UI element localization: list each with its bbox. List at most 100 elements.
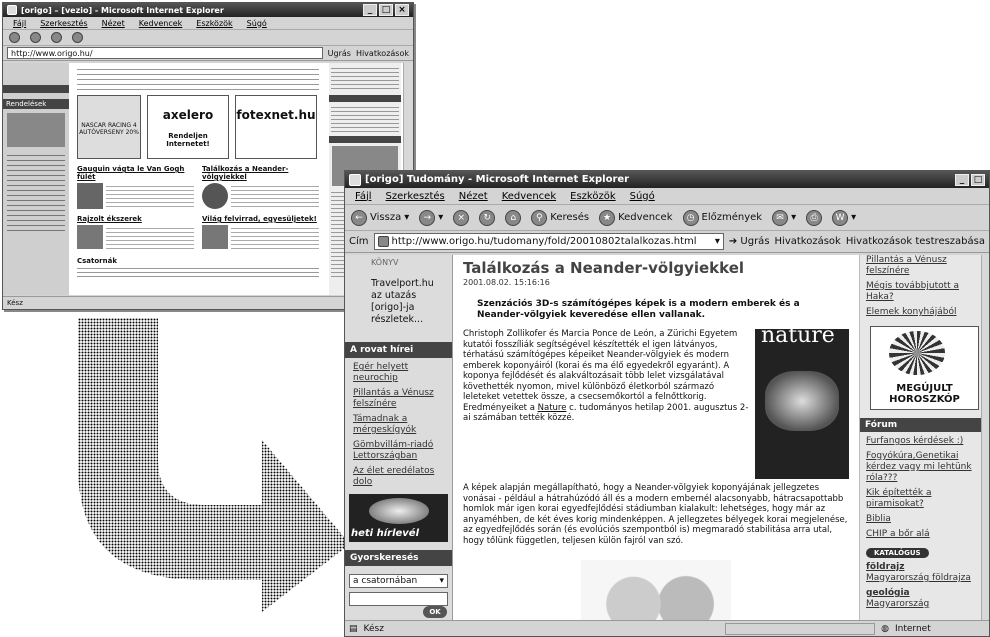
menu-help[interactable]: Súgó xyxy=(630,191,655,202)
refresh-icon: ↻ xyxy=(479,209,496,226)
status-progress-area xyxy=(725,622,876,635)
search-input[interactable] xyxy=(349,592,448,606)
article-body-2: A képek alapján megállapítható, hogy a N… xyxy=(463,483,848,546)
mail-button[interactable]: ✉ ▾ xyxy=(772,209,796,226)
go-button[interactable]: ➔ Ugrás xyxy=(729,236,770,247)
stop-icon: × xyxy=(453,209,470,226)
article-date: 2001.08.02. 15:16:16 xyxy=(463,278,550,287)
window2-statusbar: ▤ Kész ◍ Internet xyxy=(345,620,989,636)
favorites-button[interactable]: ★ Kedvencek xyxy=(599,209,673,226)
forum-link-diet[interactable]: Fogyókúra,Genetikai kérdez vagy mi lehtü… xyxy=(866,451,983,484)
left-sidebar: KÖNYV Travelport.hu az utazás [origo]-ja… xyxy=(345,255,453,620)
print-icon: ⎙ xyxy=(806,209,823,226)
address-label: Cím xyxy=(349,236,369,247)
forum-head: Fórum xyxy=(860,418,989,432)
article-body-1: nature Christoph Zollikofer és Marcia Po… xyxy=(463,325,849,479)
nature-logo: nature xyxy=(761,323,835,348)
window2-titlebar: [origo] Tudomány - Microsoft Internet Ex… xyxy=(345,171,989,188)
edit-button[interactable]: W ▾ xyxy=(832,209,856,226)
quicksearch-head: Gyorskeresés xyxy=(345,550,452,566)
forum-link-pyramids[interactable]: Kik építették a piramisokat? xyxy=(866,488,983,510)
page-icon-glyph xyxy=(377,236,389,247)
horoscope-label: MEGÚJULT HOROSZKÓP xyxy=(889,383,960,405)
catalog-item-geology-sub[interactable]: Magyarország xyxy=(866,599,983,610)
right-link-elements[interactable]: Elemek konyhájából xyxy=(866,307,983,318)
forum-link-chip[interactable]: CHIP a bőr alá xyxy=(866,529,983,540)
nature-cover-image: nature xyxy=(755,323,849,479)
window2-menubar: Fájl Szerkesztés Nézet Kedvencek Eszközö… xyxy=(345,188,989,205)
right-link-venus[interactable]: Pillantás a Vénusz felszínére xyxy=(866,255,983,277)
article: Találkozás a Neander-völgyiekkel 2001.08… xyxy=(455,255,857,620)
travelport-promo[interactable]: Travelport.hu az utazás [origo]-ja részl… xyxy=(345,270,452,332)
skull-image xyxy=(765,371,839,431)
article-title: Találkozás a Neander-völgyiekkel xyxy=(463,259,745,277)
catalog-badge: KATALÓGUS xyxy=(866,548,929,558)
skull-comparison-image xyxy=(581,560,731,620)
mail-icon: ✉ xyxy=(772,209,789,226)
home-button[interactable]: ⌂ xyxy=(505,209,522,226)
window2-title: [origo] Tudomány - Microsoft Internet Ex… xyxy=(365,174,630,185)
window2-status-text: Kész xyxy=(363,623,384,634)
right-link-haka[interactable]: Mégis továbbjutott a Haka? xyxy=(866,281,983,303)
menu-edit[interactable]: Szerkesztés xyxy=(386,191,445,202)
refresh-button[interactable]: ↻ xyxy=(479,209,496,226)
history-button[interactable]: ◷ Előzmények xyxy=(682,209,763,226)
ie-icon xyxy=(349,173,361,186)
window2-content: KÖNYV Travelport.hu az utazás [origo]-ja… xyxy=(345,255,989,620)
browser-window-tudomany: [origo] Tudomány - Microsoft Internet Ex… xyxy=(344,170,990,637)
history-icon: ◷ xyxy=(682,209,699,226)
nature-link[interactable]: Nature xyxy=(538,403,567,413)
window2-addressbar: Cím http://www.origo.hu/tudomany/fold/20… xyxy=(345,231,989,253)
menu-tools[interactable]: Eszközök xyxy=(570,191,616,202)
section-news-head: A rovat hírei xyxy=(345,342,452,358)
favorites-label: Kedvencek xyxy=(618,212,673,223)
back-button[interactable]: ← Vissza ▾ xyxy=(351,209,409,226)
horoscope-banner[interactable]: MEGÚJULT HOROSZKÓP xyxy=(870,326,979,410)
window2-scrollbar[interactable] xyxy=(981,255,989,620)
search-scope-value: a csatornában xyxy=(353,576,418,586)
page-done-icon: ▤ xyxy=(349,623,358,634)
window2-toolbar: ← Vissza ▾ → ▾ × ↻ ⌂ ⚲ Keresés ★ Kedvencek … xyxy=(345,205,989,231)
right-column: Pillantás a Vénusz felszínére Mégis tová… xyxy=(859,255,989,620)
chevron-down-icon: ▾ xyxy=(439,576,444,586)
search-button[interactable]: ⚲ Keresés xyxy=(531,209,590,226)
sidebar-link-snakes[interactable]: Támadnak a mérgeskígyók xyxy=(345,410,452,436)
menu-view[interactable]: Nézet xyxy=(459,191,488,202)
edit-icon: W xyxy=(832,209,849,226)
address-input[interactable]: http://www.origo.hu/tudomany/fold/200108… xyxy=(373,233,724,250)
address-dropdown-icon[interactable]: ▾ xyxy=(715,236,720,247)
stop-button[interactable]: × xyxy=(453,209,470,226)
forward-button[interactable]: → ▾ xyxy=(419,209,443,226)
menu-favorites[interactable]: Kedvencek xyxy=(502,191,556,202)
search-scope-select[interactable]: a csatornában ▾ xyxy=(349,574,448,588)
newsletter-banner[interactable]: heti hírlevél xyxy=(349,494,448,542)
search-ok-button[interactable]: OK xyxy=(423,606,447,618)
catalog-item-geography-sub[interactable]: Magyarország földrajza xyxy=(866,573,983,584)
links-button[interactable]: Hivatkozások xyxy=(775,236,841,247)
favorites-icon: ★ xyxy=(599,209,616,226)
links-customize-button[interactable]: Hivatkozások testreszabása xyxy=(846,236,985,247)
back-label: Vissza xyxy=(370,212,402,223)
history-label: Előzmények xyxy=(701,212,763,223)
minimize-button[interactable]: _ xyxy=(955,173,969,186)
forward-arrow-icon: → xyxy=(419,209,436,226)
travelport-promo-text: Travelport.hu az utazás [origo]-ja részl… xyxy=(371,278,434,325)
zodiac-wheel-icon xyxy=(889,331,945,375)
forum-link-questions[interactable]: Furfangos kérdések :) xyxy=(866,436,983,447)
sidebar-link-neurochip[interactable]: Egér helyett neurochip xyxy=(345,358,452,384)
address-text: http://www.origo.hu/tudomany/fold/200108… xyxy=(391,236,697,247)
print-button[interactable]: ⎙ xyxy=(806,209,823,226)
catalog-item-geography[interactable]: földrajz xyxy=(866,562,983,573)
catalog-item-geology[interactable]: geológia xyxy=(866,588,983,599)
page-icon xyxy=(377,236,389,247)
back-arrow-icon: ← xyxy=(351,209,367,226)
sidebar-link-ball-lightning[interactable]: Gömbvillám-riadó Lettországban xyxy=(345,436,452,462)
search-label: Keresés xyxy=(550,212,590,223)
menu-file[interactable]: Fájl xyxy=(355,191,372,202)
maximize-button[interactable]: □ xyxy=(971,173,985,186)
sidebar-link-venus[interactable]: Pillantás a Vénusz felszínére xyxy=(345,384,452,410)
forum-link-bible[interactable]: Biblia xyxy=(866,514,983,525)
globe-icon: ◍ xyxy=(881,623,889,634)
security-zone-label: Internet xyxy=(895,623,931,634)
sidebar-link-life[interactable]: Az élet eredélatos dolo xyxy=(345,462,452,488)
